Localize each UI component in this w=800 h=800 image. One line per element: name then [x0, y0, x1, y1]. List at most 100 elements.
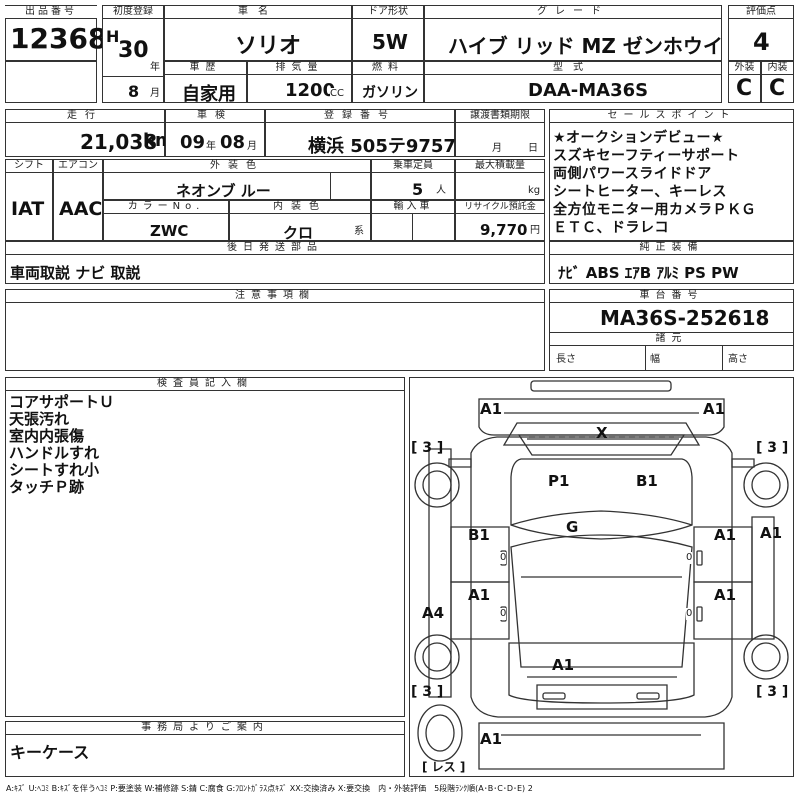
ac: AAC [59, 198, 103, 220]
mark-front-right: A1 [703, 400, 726, 418]
color: ネオンブ ルー [176, 182, 271, 200]
lot-label: 出品番号 [5, 6, 97, 19]
insp-month: 08 [220, 132, 246, 153]
sales-point-line: スズキセーフティーサポート [553, 148, 740, 164]
chassis-title: 車台番号 [550, 290, 793, 303]
chassis-number: MA36S-252618 [600, 306, 770, 330]
seats: 5 [412, 180, 424, 199]
seats-unit: 人 [436, 185, 446, 197]
score: 4 [753, 28, 770, 56]
recycle-unit: 円 [530, 225, 540, 237]
sales-point-lines: ★オークションデビュー★ スズキセーフティーサポート 両側パワースライドドア シ… [553, 129, 756, 237]
reg-month: 8 [128, 82, 140, 101]
plate-label: 登録番号 [266, 110, 454, 123]
specs-split-1 [645, 345, 646, 371]
color-no: ZWC [150, 222, 189, 240]
fuel-label: 燃料 [353, 62, 423, 75]
ext-label: 外装 [729, 62, 760, 75]
mark-rear-door-right: A1 [714, 586, 737, 604]
tire-rear-left: [ 3 ] [411, 684, 444, 700]
caution-title: 注意事項欄 [6, 290, 544, 303]
color-no-label: カラーNo. [104, 201, 228, 214]
door-label: ドア形状 [353, 6, 423, 19]
inspection-label: 車検 [166, 110, 264, 123]
mark-roof: G [566, 518, 579, 536]
recycle-label: リサイクル預託金 [456, 201, 544, 214]
door-type: 5W [372, 30, 408, 54]
insp-year: 09 [180, 132, 206, 153]
shift-label: シフト [6, 160, 52, 173]
seats-label: 乗車定員 [372, 160, 454, 173]
interior-unit: 系 [354, 226, 364, 238]
transfer-day: 日 [528, 143, 538, 155]
displacement: 1200 [285, 80, 336, 101]
sales-point-line: 両側パワースライドドア [553, 166, 712, 182]
load-unit: kg [528, 185, 541, 197]
mark-rocker-left: A4 [422, 604, 445, 622]
displacement-label: 排気量 [248, 62, 351, 75]
equipment-title: 純正装備 [550, 242, 793, 255]
sales-point-line: シートヒーター、キーレス [553, 184, 727, 200]
recycle: 9,770 [480, 221, 528, 239]
transfer-label: 譲渡書類期限 [456, 110, 544, 123]
mark-fender-right: A1 [760, 524, 783, 542]
color-split [330, 173, 331, 200]
insp-year-unit: 年 [206, 141, 216, 153]
displacement-unit: CC [330, 88, 344, 100]
ext-grade: C [736, 76, 753, 101]
sales-point-line: ＥＴＣ、ドラレコ [553, 220, 669, 236]
specs-split-2 [722, 345, 723, 371]
model-label: 型式 [425, 62, 721, 75]
year-unit: 年 [150, 62, 160, 74]
import-label: 輸入車 [372, 201, 454, 214]
history-label: 車歴 [165, 62, 246, 75]
office-title: 事務局よりご案内 [6, 722, 404, 735]
mark-front-left: A1 [480, 400, 503, 418]
office-text: キーケース [10, 743, 90, 762]
plate: 横浜 505テ9757 [308, 136, 456, 157]
zero-mark: 0 [686, 552, 693, 564]
mark-roof-front-right: B1 [636, 472, 658, 490]
transfer-month: 月 [492, 143, 502, 155]
int-grade: C [769, 76, 786, 101]
grade-label: グレード [425, 6, 721, 19]
later-parts-title: 後日発送部品 [6, 242, 544, 255]
inspector-line: タッチＰ跡 [9, 478, 85, 496]
model: DAA-MA36S [528, 80, 649, 101]
inspector-line: ハンドルすれ [9, 444, 100, 462]
mark-rear-door-left: A1 [468, 586, 491, 604]
inspector-line: シートすれ小 [9, 461, 100, 479]
inspector-title: 検査員記入欄 [6, 378, 404, 391]
sales-point-line: 全方位モニター用カメラＰＫＧ [553, 202, 756, 218]
tire-front-right: [ 3 ] [756, 440, 789, 456]
mark-front-door-right: A1 [714, 526, 737, 544]
sales-point-title: セールスポイント [550, 110, 793, 123]
lot-number: 12368 [10, 22, 108, 55]
zero-mark: 0 [500, 608, 507, 620]
tire-front-left: [ 3 ] [411, 440, 444, 456]
equipment-text: ﾅﾋﾞ ABS ｴｱB ｱﾙﾐ PS PW [558, 264, 739, 282]
sales-point-line: ★オークションデビュー★ [553, 130, 725, 146]
reg-year: 30 [118, 38, 149, 63]
zero-mark: 0 [686, 608, 693, 620]
fuel: ガソリン [362, 85, 418, 101]
history: 自家用 [182, 84, 236, 105]
grade: ハイブ リッド MZ ゼンホウイ [448, 34, 723, 58]
car-name: ソリオ [235, 34, 302, 59]
int-label: 内装 [762, 62, 793, 75]
insp-month-unit: 月 [247, 141, 257, 153]
mark-rear-bumper: A1 [480, 730, 503, 748]
mileage-label: 走行 [6, 110, 164, 123]
tire-rear-right: [ 3 ] [756, 684, 789, 700]
reg-divider [102, 76, 164, 77]
import-split [412, 214, 413, 241]
mark-windshield: X [596, 424, 608, 442]
mark-rear-roof: A1 [552, 656, 575, 674]
ac-label: エアコン [54, 160, 102, 173]
length-label: 長さ [556, 354, 576, 366]
month-unit: 月 [150, 88, 160, 100]
later-parts-text: 車両取説 ナビ 取説 [10, 264, 141, 282]
height-label: 高さ [728, 354, 748, 366]
interior: クロ [283, 224, 314, 242]
interior-label: 内装色 [230, 201, 370, 214]
